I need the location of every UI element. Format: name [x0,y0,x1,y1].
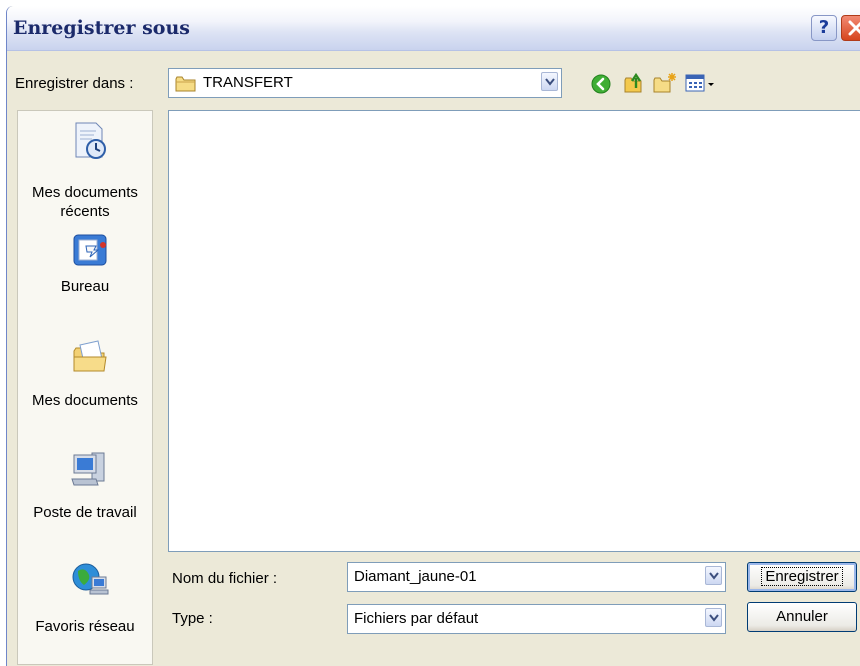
save-in-dropdown-arrow[interactable] [541,72,558,91]
filetype-value: Fichiers par défaut [354,610,479,627]
new-folder-icon[interactable] [653,72,677,94]
close-icon [848,20,860,36]
network-places-icon [72,563,109,595]
filename-label: Nom du fichier : [172,570,278,587]
dialog-title: Enregistrer sous [13,17,190,39]
my-computer-icon [71,452,105,486]
place-label: Poste de travail [33,504,137,521]
chevron-down-icon [709,614,719,622]
view-menu-icon[interactable] [685,74,717,94]
place-label: Mes documents récents [32,184,138,220]
filetype-dropdown[interactable]: Fichiers par défaut [347,604,726,634]
close-button[interactable] [841,15,860,41]
chevron-down-icon [709,572,719,580]
current-folder-name: TRANSFERT [203,74,293,91]
desktop-icon [73,234,107,266]
place-my-computer[interactable]: Poste de travail [18,449,152,529]
save-in-dropdown[interactable]: TRANSFERT [168,68,562,98]
back-icon[interactable] [591,74,611,94]
place-desktop[interactable]: Bureau [18,231,152,311]
place-label: Bureau [60,278,110,295]
up-folder-icon[interactable] [623,72,645,94]
filetype-label: Type : [172,610,213,627]
filename-value: Diamant_jaune-01 [354,568,477,585]
place-network-places[interactable]: Favoris réseau [18,559,152,639]
place-label: Mes documents [32,392,138,409]
save-button-label: Enregistrer [761,567,843,586]
place-recent-documents[interactable]: Mes documents récents [18,121,152,221]
filename-dropdown-arrow[interactable] [705,566,722,585]
title-bar[interactable]: Enregistrer sous ? [7,6,860,51]
file-list[interactable] [168,110,860,552]
save-button[interactable]: Enregistrer [747,562,857,592]
folder-icon [175,76,196,92]
filetype-dropdown-arrow[interactable] [705,608,722,627]
save-in-label: Enregistrer dans : [15,75,134,92]
places-bar: Mes documents récents Bureau Mes documen… [17,110,153,665]
place-label: Favoris réseau [35,618,135,635]
my-documents-icon [73,340,107,372]
chevron-down-icon [545,78,555,86]
place-my-documents[interactable]: Mes documents [18,337,152,417]
cancel-button[interactable]: Annuler [747,602,857,632]
filename-input[interactable]: Diamant_jaune-01 [347,562,726,592]
recent-documents-icon [75,122,106,159]
save-as-dialog: Enregistrer sous ? Enregistrer dans : TR… [6,6,860,666]
help-button[interactable]: ? [811,15,837,41]
